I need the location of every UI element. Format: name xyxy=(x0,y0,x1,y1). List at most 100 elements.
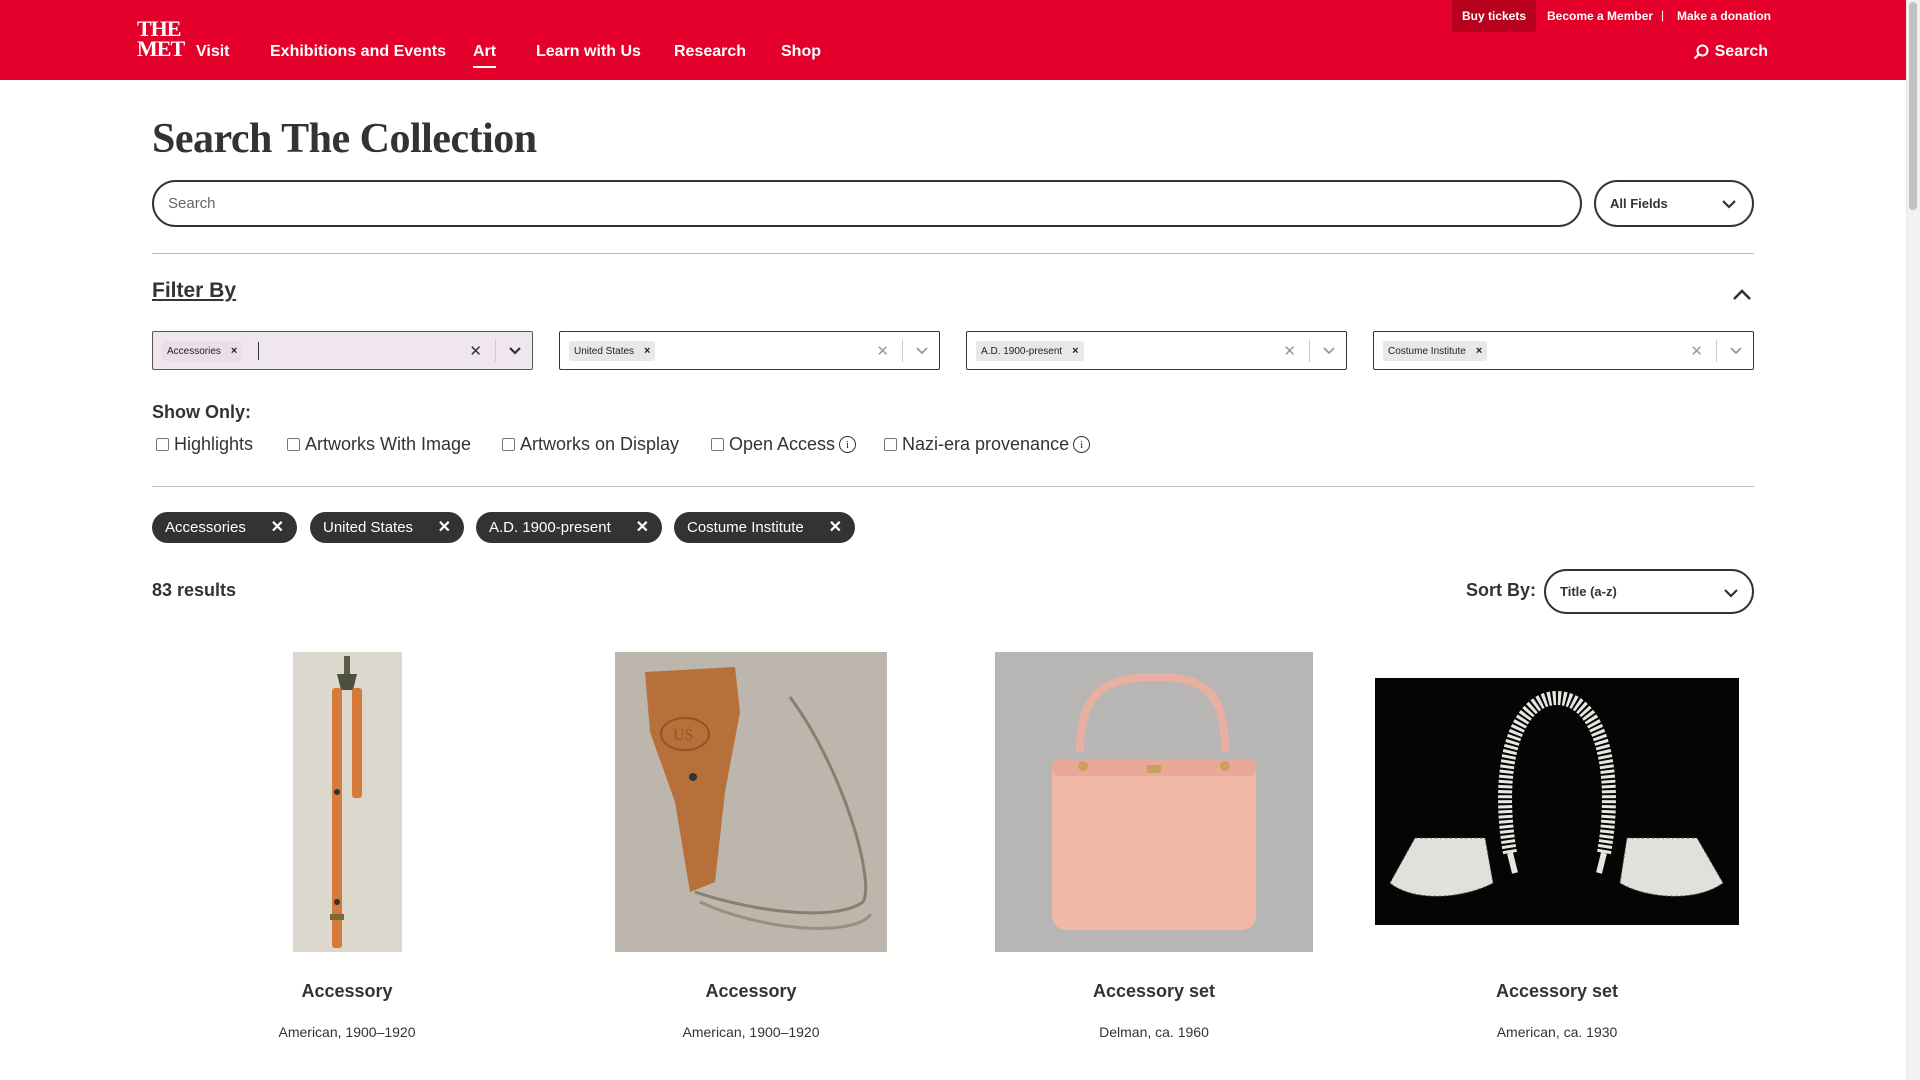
chevron-down-icon[interactable] xyxy=(915,345,929,357)
nav-research[interactable]: Research xyxy=(674,43,746,61)
met-logo[interactable]: THE MET xyxy=(137,18,185,60)
checkbox-nazi-era-provenance[interactable]: Nazi-era provenance i xyxy=(884,434,1091,455)
card-subtitle: American, 1900–1920 xyxy=(682,1024,820,1040)
active-filter-label: Costume Institute xyxy=(687,519,804,536)
search-field-value: All Fields xyxy=(1610,196,1668,211)
search-icon xyxy=(1693,44,1709,60)
card-title[interactable]: Accessory xyxy=(147,981,547,1002)
checkbox[interactable] xyxy=(287,438,300,451)
filter-department-select[interactable]: Costume Institute × ✕ xyxy=(1373,331,1754,370)
collection-search-input[interactable] xyxy=(152,180,1582,227)
filter-geographic-location-select[interactable]: United States × ✕ xyxy=(559,331,940,370)
card-title[interactable]: Accessory set xyxy=(954,981,1354,1002)
remove-chip-icon[interactable]: × xyxy=(1476,345,1482,357)
checkbox[interactable] xyxy=(711,438,724,451)
filter-chip-label: Costume Institute xyxy=(1388,345,1466,357)
checkbox-highlights[interactable]: Highlights xyxy=(156,434,253,455)
nav-exhibitions[interactable]: Exhibitions and Events xyxy=(270,43,446,61)
info-icon[interactable]: i xyxy=(1073,436,1091,453)
header-search-button[interactable]: Search xyxy=(1693,43,1768,61)
utility-separator: | xyxy=(1661,8,1665,22)
nav-visit[interactable]: Visit xyxy=(196,43,230,61)
buy-tickets-link[interactable]: Buy tickets xyxy=(1452,0,1536,32)
checkbox[interactable] xyxy=(502,438,515,451)
checkbox-label: Highlights xyxy=(174,434,254,454)
artwork-image[interactable] xyxy=(1375,678,1739,925)
select-divider xyxy=(1309,340,1310,362)
active-filter-pill: A.D. 1900-present ✕ xyxy=(476,512,662,543)
clear-icon[interactable]: ✕ xyxy=(1690,342,1703,360)
card-subtitle: Delman, ca. 1960 xyxy=(1099,1024,1209,1040)
chevron-down-icon xyxy=(1722,200,1736,209)
info-icon[interactable]: i xyxy=(839,436,857,453)
artwork-image[interactable] xyxy=(293,652,402,952)
checkbox-artworks-with-image[interactable]: Artworks With Image xyxy=(287,434,471,455)
active-filter-label: A.D. 1900-present xyxy=(489,519,611,536)
sort-label: Sort By: xyxy=(1466,580,1537,600)
remove-chip-icon[interactable]: × xyxy=(644,345,650,357)
scrollbar-thumb[interactable] xyxy=(1909,2,1917,210)
clear-icon[interactable]: ✕ xyxy=(876,342,889,360)
nav-art[interactable]: Art xyxy=(473,43,497,68)
chevron-down-icon xyxy=(1724,589,1738,598)
page-scrollbar[interactable] xyxy=(1906,0,1920,1080)
nav-learn[interactable]: Learn with Us xyxy=(536,43,641,61)
remove-filter-icon[interactable]: ✕ xyxy=(271,517,284,537)
remove-chip-icon[interactable]: × xyxy=(231,345,237,357)
remove-filter-icon[interactable]: ✕ xyxy=(636,517,649,537)
header-search-label: Search xyxy=(1714,43,1768,60)
select-divider xyxy=(495,340,496,362)
select-divider xyxy=(1716,340,1717,362)
checkbox-label: Artworks on Display xyxy=(520,434,680,454)
card-title[interactable]: Accessory set xyxy=(1357,981,1757,1002)
site-header: THE MET Buy tickets Become a Member | Ma… xyxy=(0,0,1906,80)
filter-chip: A.D. 1900-present × xyxy=(976,341,1084,361)
card-title[interactable]: Accessory xyxy=(551,981,951,1002)
filter-by-toggle[interactable]: Filter By xyxy=(152,279,236,303)
donate-link[interactable]: Make a donation xyxy=(1677,0,1771,32)
card-subtitle: American, ca. 1930 xyxy=(1496,1024,1618,1040)
checkbox-label: Artworks With Image xyxy=(305,434,472,454)
chevron-up-icon[interactable] xyxy=(1732,287,1752,301)
divider xyxy=(152,253,1754,254)
remove-filter-icon[interactable]: ✕ xyxy=(829,517,842,537)
artwork-image[interactable] xyxy=(995,652,1313,952)
active-filter-pill: United States ✕ xyxy=(310,512,464,543)
checkbox-label: Open Access xyxy=(729,434,836,454)
become-member-link[interactable]: Become a Member xyxy=(1547,0,1653,32)
remove-filter-icon[interactable]: ✕ xyxy=(438,517,451,537)
checkbox[interactable] xyxy=(156,438,169,451)
filter-chip: Accessories × xyxy=(162,341,243,361)
sort-select[interactable]: Title (a-z) xyxy=(1544,569,1754,614)
clear-icon[interactable]: ✕ xyxy=(469,342,482,360)
artwork-image[interactable]: US xyxy=(615,652,887,952)
filter-chip: United States × xyxy=(569,341,656,361)
chevron-down-icon[interactable] xyxy=(1322,345,1336,357)
active-filter-label: Accessories xyxy=(165,519,246,536)
chevron-down-icon[interactable] xyxy=(1729,345,1743,357)
filter-chip-label: Accessories xyxy=(167,345,221,357)
card-subtitle: American, 1900–1920 xyxy=(278,1024,416,1040)
filter-chip-label: A.D. 1900-present xyxy=(981,345,1063,357)
checkbox-artworks-on-display[interactable]: Artworks on Display xyxy=(502,434,679,455)
checkbox-open-access[interactable]: Open Access i xyxy=(711,434,857,455)
page-title: Search The Collection xyxy=(152,116,537,162)
active-filter-pill: Costume Institute ✕ xyxy=(674,512,855,543)
clear-icon[interactable]: ✕ xyxy=(1283,342,1296,360)
filter-date-select[interactable]: A.D. 1900-present × ✕ xyxy=(966,331,1347,370)
show-only-heading: Show Only: xyxy=(152,402,251,422)
search-field-select[interactable]: All Fields xyxy=(1594,180,1754,227)
remove-chip-icon[interactable]: × xyxy=(1072,345,1078,357)
text-caret xyxy=(258,342,259,360)
nav-shop[interactable]: Shop xyxy=(781,43,821,61)
filter-object-type-select[interactable]: Accessories × ✕ xyxy=(152,331,533,370)
select-divider xyxy=(902,340,903,362)
chevron-down-icon[interactable] xyxy=(508,345,522,357)
active-filter-pill: Accessories ✕ xyxy=(152,512,297,543)
filter-chip: Costume Institute × xyxy=(1383,341,1488,361)
svg-text:US: US xyxy=(673,727,693,744)
sort-value: Title (a-z) xyxy=(1560,584,1617,599)
filter-chip-label: United States xyxy=(574,345,635,357)
checkbox-label: Nazi-era provenance xyxy=(902,434,1070,454)
checkbox[interactable] xyxy=(884,438,897,451)
